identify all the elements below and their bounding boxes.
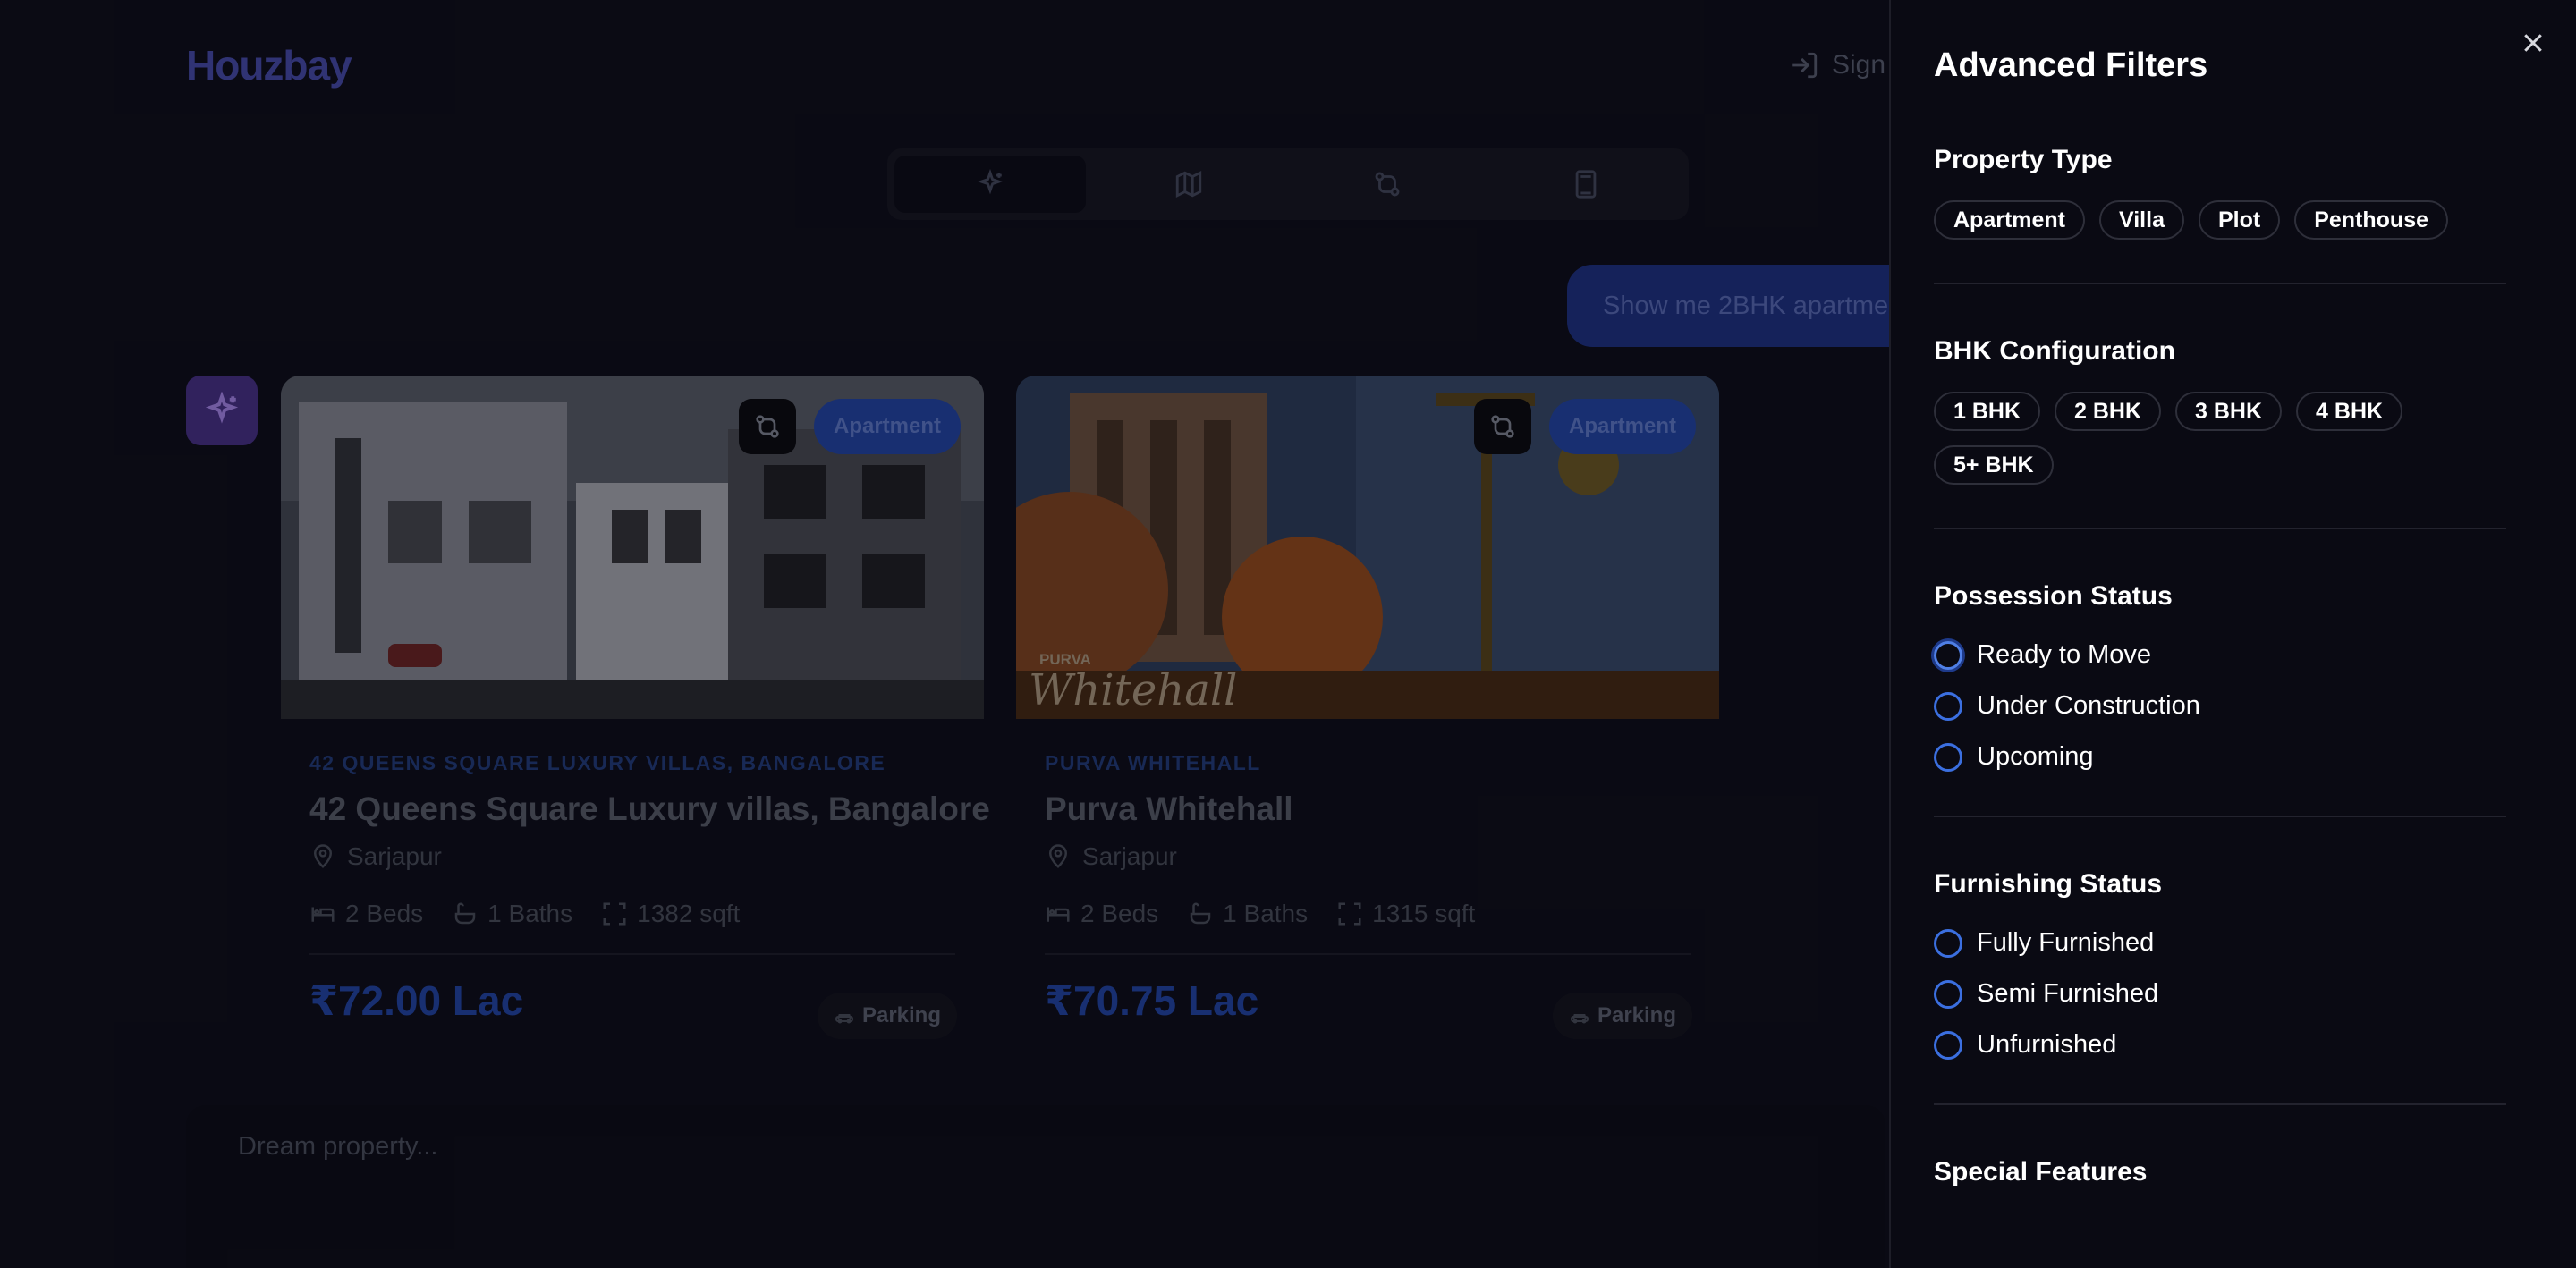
close-button[interactable]: [2515, 25, 2551, 61]
radio-label: Upcoming: [1977, 742, 2094, 771]
radio-label: Ready to Move: [1977, 640, 2152, 669]
section-divider: [1934, 816, 2506, 817]
property-type-options: Apartment Villa Plot Penthouse: [1934, 200, 2506, 240]
possession-options: Ready to Move Under Construction Upcomin…: [1934, 640, 2200, 772]
property-type-heading: Property Type: [1934, 145, 2113, 174]
possession-heading: Possession Status: [1934, 581, 2173, 611]
chip-3-bhk[interactable]: 3 BHK: [2175, 392, 2283, 431]
chip-apartment[interactable]: Apartment: [1934, 200, 2086, 240]
bhk-options: 1 BHK 2 BHK 3 BHK 4 BHK 5+ BHK: [1934, 392, 2506, 485]
chip-5-plus-bhk[interactable]: 5+ BHK: [1934, 445, 2054, 485]
radio-semi-furnished[interactable]: Semi Furnished: [1934, 979, 2158, 1009]
radio-label: Fully Furnished: [1977, 928, 2155, 957]
radio-upcoming[interactable]: Upcoming: [1934, 742, 2200, 772]
chip-plot[interactable]: Plot: [2198, 200, 2281, 240]
section-divider: [1934, 1103, 2506, 1105]
radio-fully-furnished[interactable]: Fully Furnished: [1934, 928, 2158, 958]
radio-circle[interactable]: [1934, 928, 1962, 958]
radio-under-construction[interactable]: Under Construction: [1934, 691, 2200, 721]
radio-circle[interactable]: [1934, 979, 1962, 1009]
furnishing-options: Fully Furnished Semi Furnished Unfurnish…: [1934, 928, 2158, 1060]
radio-label: Semi Furnished: [1977, 979, 2159, 1008]
chip-villa[interactable]: Villa: [2099, 200, 2184, 240]
panel-title: Advanced Filters: [1934, 46, 2208, 84]
special-features-heading: Special Features: [1934, 1157, 2148, 1187]
modal-backdrop[interactable]: [0, 0, 1889, 1268]
section-divider: [1934, 283, 2506, 284]
furnishing-heading: Furnishing Status: [1934, 869, 2162, 899]
radio-ready-to-move[interactable]: Ready to Move: [1934, 640, 2200, 670]
radio-circle[interactable]: [1934, 1030, 1962, 1060]
close-icon: [2524, 34, 2542, 52]
chip-2-bhk[interactable]: 2 BHK: [2055, 392, 2162, 431]
radio-circle[interactable]: [1934, 742, 1962, 772]
section-divider: [1934, 528, 2506, 529]
chip-penthouse[interactable]: Penthouse: [2294, 200, 2448, 240]
radio-label: Under Construction: [1977, 691, 2200, 720]
radio-unfurnished[interactable]: Unfurnished: [1934, 1030, 2158, 1060]
radio-label: Unfurnished: [1977, 1030, 2117, 1059]
bhk-heading: BHK Configuration: [1934, 336, 2175, 366]
advanced-filters-panel: [1889, 0, 2576, 1268]
chip-1-bhk[interactable]: 1 BHK: [1934, 392, 2041, 431]
chip-4-bhk[interactable]: 4 BHK: [2296, 392, 2403, 431]
radio-circle[interactable]: [1934, 640, 1962, 670]
radio-circle[interactable]: [1934, 691, 1962, 721]
